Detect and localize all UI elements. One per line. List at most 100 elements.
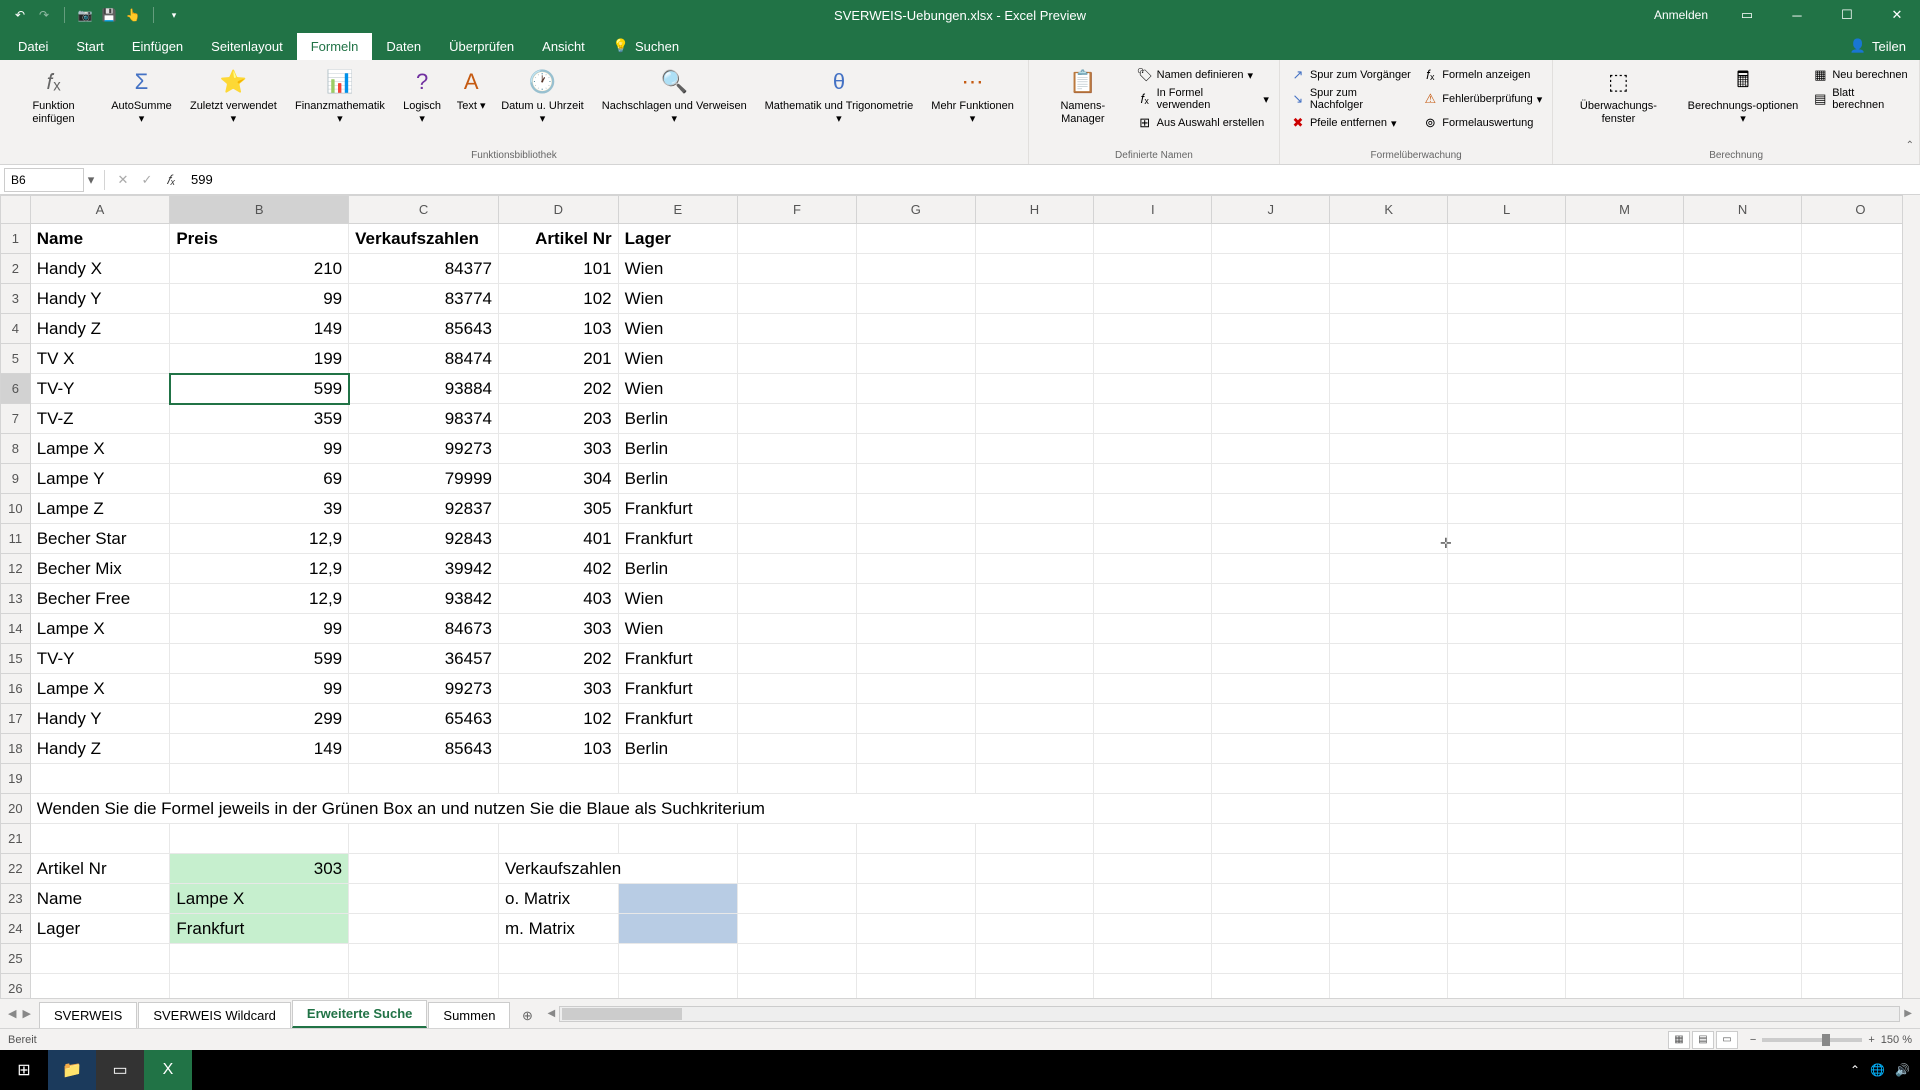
cell[interactable]: Lampe Y — [30, 464, 170, 494]
use-in-formula-button[interactable]: 𝑓ₓIn Formel verwenden ▾ — [1133, 88, 1273, 110]
evaluate-formula-button[interactable]: ⊚Formelauswertung — [1418, 112, 1546, 134]
ribbon-display-icon[interactable]: ▭ — [1724, 0, 1770, 30]
cell[interactable]: 303 — [498, 614, 618, 644]
col-header[interactable]: L — [1448, 196, 1566, 224]
row-header[interactable]: 12 — [1, 554, 31, 584]
cell[interactable]: 12,9 — [170, 584, 349, 614]
cell[interactable]: Wien — [618, 254, 738, 284]
tab-view[interactable]: Ansicht — [528, 33, 599, 60]
view-page-break-button[interactable]: ▭ — [1716, 1031, 1738, 1049]
name-manager-button[interactable]: 📋Namens-Manager — [1035, 64, 1131, 128]
calc-now-button[interactable]: ▦Neu berechnen — [1808, 64, 1913, 86]
cell[interactable]: m. Matrix — [498, 914, 618, 944]
cell[interactable]: o. Matrix — [498, 884, 618, 914]
cell[interactable]: 12,9 — [170, 524, 349, 554]
cell[interactable]: 99 — [170, 674, 349, 704]
row-header[interactable]: 17 — [1, 704, 31, 734]
cell[interactable]: 359 — [170, 404, 349, 434]
text-button[interactable]: AText ▾ — [451, 64, 491, 115]
row-header[interactable]: 7 — [1, 404, 31, 434]
col-header[interactable]: J — [1212, 196, 1330, 224]
cell[interactable]: Handy Y — [30, 284, 170, 314]
cell[interactable]: Lampe X — [170, 884, 349, 914]
cell[interactable]: Frankfurt — [618, 644, 738, 674]
cell[interactable]: 99 — [170, 284, 349, 314]
col-header[interactable]: B — [170, 196, 349, 224]
col-header[interactable]: I — [1094, 196, 1212, 224]
math-button[interactable]: θMathematik und Trigonometrie ▾ — [757, 64, 922, 128]
sheet-tab[interactable]: SVERWEIS — [39, 1002, 137, 1028]
cell[interactable]: 103 — [498, 314, 618, 344]
cell[interactable]: 83774 — [349, 284, 499, 314]
show-formulas-button[interactable]: 𝑓ₓFormeln anzeigen — [1418, 64, 1546, 86]
logical-button[interactable]: ?Logisch ▾ — [395, 64, 449, 128]
cell[interactable]: Berlin — [618, 434, 738, 464]
name-box-dropdown-icon[interactable]: ▾ — [84, 172, 98, 188]
ribbon-collapse-icon[interactable]: ⌃ — [1906, 140, 1914, 151]
start-button[interactable]: ⊞ — [0, 1050, 48, 1090]
cell[interactable]: 149 — [170, 314, 349, 344]
row-header[interactable]: 15 — [1, 644, 31, 674]
close-button[interactable]: ✕ — [1874, 0, 1920, 30]
cell[interactable]: 12,9 — [170, 554, 349, 584]
cell[interactable]: Wien — [618, 374, 738, 404]
enter-formula-icon[interactable]: ✓ — [135, 168, 159, 192]
cell[interactable]: 99 — [170, 434, 349, 464]
cell[interactable]: Handy Y — [30, 704, 170, 734]
cell[interactable]: Preis — [170, 224, 349, 254]
cell[interactable] — [618, 884, 738, 914]
row-header[interactable]: 24 — [1, 914, 31, 944]
row-header[interactable]: 3 — [1, 284, 31, 314]
redo-icon[interactable]: ↷ — [36, 7, 52, 23]
calc-sheet-button[interactable]: ▤Blatt berechnen — [1808, 88, 1913, 110]
cell[interactable]: Frankfurt — [618, 704, 738, 734]
grid[interactable]: A B C D E F G H I J K L M N O 1 Name Pre… — [0, 195, 1920, 998]
cell[interactable]: 99 — [170, 614, 349, 644]
cell[interactable]: 149 — [170, 734, 349, 764]
cell[interactable]: Frankfurt — [618, 494, 738, 524]
more-fn-button[interactable]: ⋯Mehr Funktionen ▾ — [923, 64, 1022, 128]
cell[interactable]: Artikel Nr — [30, 854, 170, 884]
cell[interactable]: 36457 — [349, 644, 499, 674]
fx-icon[interactable]: 𝑓ₓ — [159, 168, 183, 192]
cell[interactable]: 88474 — [349, 344, 499, 374]
zoom-level[interactable]: 150 % — [1881, 1034, 1912, 1046]
cell[interactable]: TV-Y — [30, 644, 170, 674]
cell[interactable]: Becher Free — [30, 584, 170, 614]
login-button[interactable]: Anmelden — [1642, 8, 1720, 22]
maximize-button[interactable]: ☐ — [1824, 0, 1870, 30]
minimize-button[interactable]: ─ — [1774, 0, 1820, 30]
sheet-tab[interactable]: Summen — [428, 1002, 510, 1028]
row-header[interactable]: 20 — [1, 794, 31, 824]
zoom-slider[interactable] — [1762, 1038, 1862, 1042]
cell[interactable]: Lager — [30, 914, 170, 944]
name-box[interactable]: B6 — [4, 168, 84, 192]
vertical-scrollbar[interactable] — [1902, 195, 1920, 998]
cell[interactable]: Lager — [618, 224, 738, 254]
cell[interactable]: 210 — [170, 254, 349, 284]
cell[interactable]: Name — [30, 224, 170, 254]
cell[interactable]: 401 — [498, 524, 618, 554]
cell[interactable]: 39942 — [349, 554, 499, 584]
remove-arrows-button[interactable]: ✖Pfeile entfernen ▾ — [1286, 112, 1416, 134]
row-header[interactable]: 9 — [1, 464, 31, 494]
zoom-in-button[interactable]: + — [1868, 1034, 1874, 1046]
tab-formulas[interactable]: Formeln — [297, 33, 373, 60]
cell[interactable]: 85643 — [349, 734, 499, 764]
cell[interactable]: 65463 — [349, 704, 499, 734]
lookup-button[interactable]: 🔍Nachschlagen und Verweisen ▾ — [594, 64, 755, 128]
error-check-button[interactable]: ⚠Fehlerüberprüfung ▾ — [1418, 88, 1546, 110]
cell[interactable]: 199 — [170, 344, 349, 374]
trace-precedents-button[interactable]: ↗Spur zum Vorgänger — [1286, 64, 1416, 86]
row-header[interactable]: 23 — [1, 884, 31, 914]
excel-icon[interactable]: X — [144, 1050, 192, 1090]
cell[interactable]: 203 — [498, 404, 618, 434]
cell[interactable]: Berlin — [618, 404, 738, 434]
row-header[interactable]: 26 — [1, 974, 31, 999]
cell[interactable]: Wien — [618, 284, 738, 314]
add-sheet-button[interactable]: ⊕ — [515, 1004, 539, 1028]
zoom-out-button[interactable]: − — [1750, 1034, 1756, 1046]
cell[interactable]: 402 — [498, 554, 618, 584]
save-icon[interactable]: 💾 — [101, 7, 117, 23]
col-header[interactable]: A — [30, 196, 170, 224]
